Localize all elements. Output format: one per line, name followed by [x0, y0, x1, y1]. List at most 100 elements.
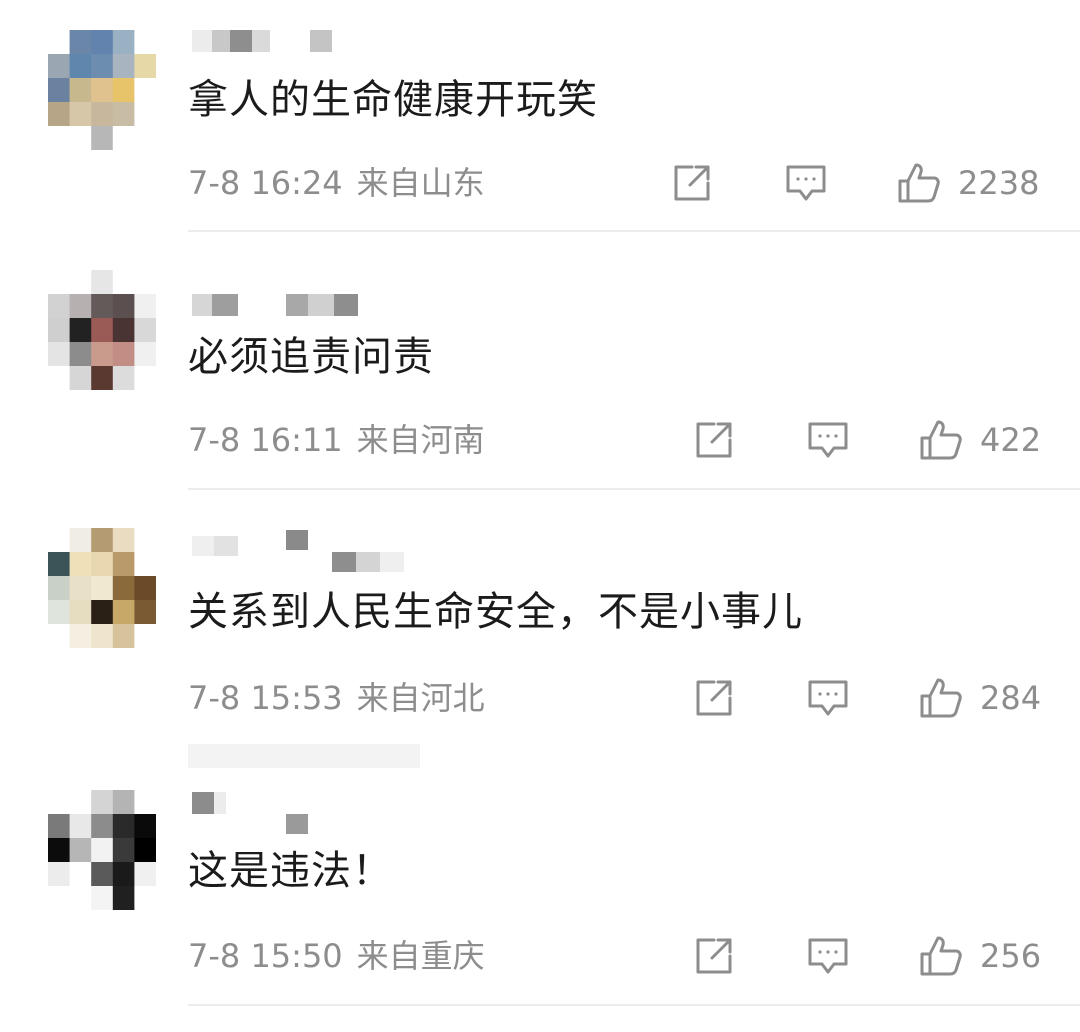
like-count: 256	[980, 937, 1042, 975]
like-button[interactable]: 422	[918, 418, 1041, 462]
comment-text: 必须追责问责	[188, 334, 434, 380]
avatar-tile	[69, 600, 92, 625]
like-button[interactable]: 2238	[896, 161, 1039, 205]
avatar-tile	[134, 790, 156, 815]
avatar-tile	[134, 294, 156, 319]
avatar-tile	[69, 838, 92, 863]
avatar-tile	[48, 366, 71, 390]
avatar-tile	[112, 576, 135, 601]
avatar-tile	[91, 576, 114, 601]
avatar-tile	[91, 366, 114, 390]
comment-button[interactable]	[806, 418, 850, 462]
avatar-tile	[112, 552, 135, 577]
divider	[188, 744, 420, 768]
avatar-tile	[91, 342, 114, 367]
avatar-tile	[112, 54, 135, 79]
comment-text: 拿人的生命健康开玩笑	[188, 77, 598, 123]
avatar-tile	[69, 78, 92, 103]
avatar-tile	[69, 126, 92, 150]
avatar-tile	[91, 790, 114, 815]
avatar[interactable]	[48, 790, 156, 910]
like-button[interactable]: 284	[918, 676, 1041, 720]
username-blurred[interactable]	[188, 530, 428, 572]
comment-text: 这是违法！	[188, 848, 393, 894]
avatar-tile	[134, 552, 156, 577]
avatar-tile	[134, 600, 156, 625]
avatar-tile	[69, 528, 92, 553]
avatar-tile	[134, 528, 156, 553]
avatar-tile	[48, 54, 71, 79]
avatar-tile	[48, 576, 71, 601]
avatar-tile	[48, 624, 71, 648]
avatar-tile	[91, 624, 114, 648]
username-blurred[interactable]	[188, 292, 428, 332]
avatar-tile	[91, 318, 114, 343]
username-blurred[interactable]	[188, 28, 428, 68]
like-icon	[918, 676, 964, 720]
avatar-tile	[69, 294, 92, 319]
avatar-tile	[69, 886, 92, 910]
avatar-tile	[69, 366, 92, 390]
comment-time: 7-8 16:11	[188, 421, 343, 459]
avatar-tile	[91, 838, 114, 863]
avatar-tile	[48, 294, 71, 319]
comment-icon	[806, 676, 850, 720]
comment-item: 关系到人民生命安全，不是小事儿 7-8 15:53 来自河北 284	[0, 516, 1080, 774]
share-button[interactable]	[692, 934, 736, 978]
avatar-tile	[112, 624, 135, 648]
comment-meta: 7-8 16:11 来自河南	[188, 420, 485, 460]
divider	[188, 230, 1080, 232]
comment-location: 来自河南	[356, 421, 485, 459]
avatar-tile	[69, 814, 92, 839]
avatar-mosaic	[48, 790, 156, 910]
comment-time: 7-8 16:24	[188, 164, 343, 202]
comment-icon	[806, 934, 850, 978]
comment-location: 来自山东	[356, 164, 485, 202]
share-icon	[692, 676, 736, 720]
comment-meta: 7-8 15:50 来自重庆	[188, 936, 485, 976]
comment-item: 必须追责问责 7-8 16:11 来自河南 422	[0, 258, 1080, 516]
divider	[188, 1004, 1080, 1006]
avatar-tile	[48, 102, 71, 127]
avatar-tile	[91, 126, 114, 150]
avatar-tile	[112, 366, 135, 390]
avatar-tile	[134, 270, 156, 295]
avatar-tile	[112, 270, 135, 295]
avatar-tile	[48, 600, 71, 625]
avatar[interactable]	[48, 30, 156, 150]
avatar-tile	[48, 814, 71, 839]
avatar-tile	[91, 294, 114, 319]
avatar[interactable]	[48, 270, 156, 390]
like-count: 284	[980, 679, 1042, 717]
avatar-tile	[69, 790, 92, 815]
comment-button[interactable]	[806, 676, 850, 720]
like-button[interactable]: 256	[918, 934, 1041, 978]
avatar-tile	[48, 838, 71, 863]
avatar-tile	[91, 552, 114, 577]
username-blurred[interactable]	[188, 790, 428, 834]
avatar-tile	[134, 126, 156, 150]
comment-meta: 7-8 15:53 来自河北	[188, 678, 485, 718]
comment-meta: 7-8 16:24 来自山东	[188, 163, 485, 203]
avatar-mosaic	[48, 528, 156, 648]
avatar[interactable]	[48, 528, 156, 648]
share-button[interactable]	[692, 676, 736, 720]
avatar-tile	[48, 862, 71, 887]
avatar-tile	[48, 318, 71, 343]
avatar-mosaic	[48, 30, 156, 150]
share-button[interactable]	[670, 161, 714, 205]
share-button[interactable]	[692, 418, 736, 462]
avatar-tile	[112, 102, 135, 127]
divider	[188, 488, 1080, 490]
avatar-tile	[112, 294, 135, 319]
avatar-tile	[91, 600, 114, 625]
comment-button[interactable]	[806, 934, 850, 978]
comment-button[interactable]	[784, 161, 828, 205]
avatar-tile	[112, 790, 135, 815]
avatar-tile	[69, 342, 92, 367]
avatar-tile	[48, 790, 71, 815]
avatar-tile	[112, 78, 135, 103]
comment-item: 这是违法！ 7-8 15:50 来自重庆 256	[0, 774, 1080, 1032]
avatar-tile	[134, 318, 156, 343]
avatar-tile	[134, 366, 156, 390]
